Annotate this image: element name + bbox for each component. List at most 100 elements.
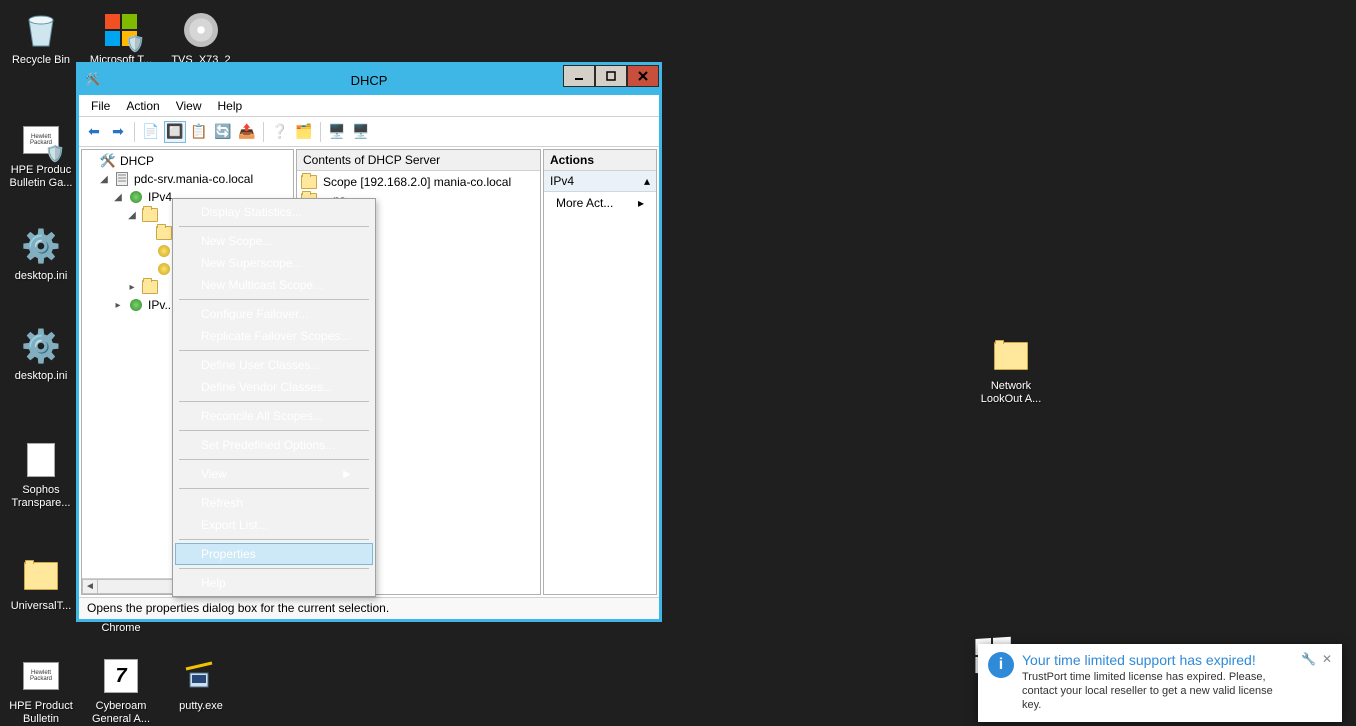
toolbar-icon[interactable]: 🗂️	[293, 121, 315, 143]
folder-icon	[301, 174, 317, 190]
icon-label: putty.exe	[179, 700, 223, 713]
desktop-icon-sophos[interactable]: Sophos Transpare...	[4, 438, 78, 510]
actions-more[interactable]: More Act... ▸	[544, 192, 656, 214]
tree-node-label: DHCP	[120, 154, 154, 168]
menu-item[interactable]: Properties	[175, 543, 373, 565]
close-button[interactable]	[627, 65, 659, 87]
menu-item[interactable]: New Multicast Scope...	[175, 274, 373, 296]
menu-item[interactable]: Refresh	[175, 492, 373, 514]
menu-action[interactable]: Action	[118, 97, 167, 115]
desktop-icon-putty[interactable]: putty.exe	[164, 654, 238, 713]
help-icon[interactable]: ❔	[269, 121, 291, 143]
menu-item[interactable]: Replicate Failover Scopes...	[175, 325, 373, 347]
menu-item[interactable]: Define User Classes...	[175, 354, 373, 376]
actions-group[interactable]: IPv4 ▴	[544, 171, 656, 192]
recycle-bin-icon	[19, 8, 63, 52]
menu-item[interactable]: New Superscope...	[175, 252, 373, 274]
expand-toggle[interactable]: ▸	[112, 300, 124, 311]
titlebar[interactable]: 🛠️ DHCP	[79, 65, 659, 95]
folder-icon	[19, 554, 63, 598]
gear-file-icon: ⚙️	[19, 224, 63, 268]
chevron-right-icon: ▸	[638, 196, 644, 210]
menu-item[interactable]: Display Statistics...	[175, 201, 373, 223]
minimize-button[interactable]	[563, 65, 595, 87]
yellow-icon	[156, 243, 172, 259]
toolbar-icon[interactable]: 🖥️	[326, 121, 348, 143]
list-item[interactable]: Scope [192.168.2.0] mania-co.local	[301, 173, 536, 191]
toast-title: Your time limited support has expired!	[1022, 652, 1289, 668]
info-icon: i	[988, 652, 1014, 678]
menu-item[interactable]: Set Predefined Options...	[175, 434, 373, 456]
icon-label: desktop.ini	[15, 270, 68, 283]
toast-settings-icon[interactable]: 🔧	[1301, 652, 1316, 712]
yellow-icon	[156, 261, 172, 277]
desktop-icon-cyberoam[interactable]: 7 Cyberoam General A...	[84, 654, 158, 726]
hpe-icon: Hewlett Packard🛡️	[19, 118, 63, 162]
toolbar-icon[interactable]: 🖥️	[350, 121, 372, 143]
desktop-icon-tvs[interactable]: TVS_X73_2	[164, 8, 238, 67]
menu-item[interactable]: View▶	[175, 463, 373, 485]
menu-item-label: Replicate Failover Scopes...	[201, 329, 350, 343]
folder-icon	[142, 279, 158, 295]
menu-separator	[179, 350, 369, 351]
tree-node[interactable]: 🛠️DHCP	[84, 152, 291, 170]
notification-toast[interactable]: i Your time limited support has expired!…	[978, 644, 1342, 722]
app-icon: 7	[99, 654, 143, 698]
menu-item-label: View	[201, 467, 227, 481]
menu-separator	[179, 226, 369, 227]
icon-label: Network LookOut A...	[974, 380, 1048, 406]
toast-close-icon[interactable]: ✕	[1322, 652, 1332, 712]
menu-item-label: Refresh	[201, 496, 243, 510]
menu-item-label: Configure Failover...	[201, 307, 308, 321]
menu-item[interactable]: Define Vendor Classes...	[175, 376, 373, 398]
desktop-icon-desktop-ini-1[interactable]: ⚙️ desktop.ini	[4, 224, 78, 283]
actions-header: Actions	[544, 150, 656, 171]
green-icon	[128, 297, 144, 313]
gear-file-icon: ⚙️	[19, 324, 63, 368]
menu-separator	[179, 299, 369, 300]
forward-button[interactable]: ➡	[107, 121, 129, 143]
file-icon	[19, 438, 63, 482]
folder-icon	[989, 334, 1033, 378]
export-icon[interactable]: 📤	[236, 121, 258, 143]
tree-node[interactable]: ◢ pdc-srv.mania-co.local	[84, 170, 291, 188]
menu-file[interactable]: File	[83, 97, 118, 115]
menu-item-label: Display Statistics...	[201, 205, 302, 219]
scroll-left-icon[interactable]: ◄	[82, 579, 98, 594]
icon-label: UniversalT...	[11, 600, 72, 613]
menu-item-label: New Scope...	[201, 234, 272, 248]
toolbar-icon[interactable]: 📋	[188, 121, 210, 143]
back-button[interactable]: ⬅	[83, 121, 105, 143]
expand-toggle[interactable]: ◢	[98, 174, 110, 185]
folder-icon	[142, 207, 158, 223]
refresh-icon[interactable]: 🔄	[212, 121, 234, 143]
maximize-button[interactable]	[595, 65, 627, 87]
desktop-icon-recycle-bin[interactable]: Recycle Bin	[4, 8, 78, 67]
desktop-icon-desktop-ini-2[interactable]: ⚙️ desktop.ini	[4, 324, 78, 383]
desktop-icon-hpe-bulletin[interactable]: Hewlett Packard HPE Product Bulletin	[4, 654, 78, 726]
menu-help[interactable]: Help	[210, 97, 251, 115]
menu-item[interactable]: Help	[175, 572, 373, 594]
menu-item[interactable]: Reconcile All Scopes...	[175, 405, 373, 427]
desktop-icon-network-lookout[interactable]: Network LookOut A...	[974, 334, 1048, 406]
menu-item[interactable]: Export List...	[175, 514, 373, 536]
expand-toggle[interactable]: ◢	[126, 210, 138, 221]
desktop-icon-hpe-ga[interactable]: Hewlett Packard🛡️ HPE Produc Bulletin Ga…	[4, 118, 78, 190]
desktop-icon-universal[interactable]: UniversalT...	[4, 554, 78, 613]
status-bar: Opens the properties dialog box for the …	[79, 597, 659, 619]
collapse-icon[interactable]: ▴	[644, 174, 650, 188]
tree-node-label: IPv...	[148, 298, 174, 312]
icon-label: HPE Produc Bulletin Ga...	[4, 164, 78, 190]
menu-item[interactable]: Configure Failover...	[175, 303, 373, 325]
menu-view[interactable]: View	[168, 97, 210, 115]
menu-item[interactable]: New Scope...	[175, 230, 373, 252]
desktop-icon-microsoft[interactable]: 🛡️ Microsoft T...	[84, 8, 158, 67]
tree-node-label: pdc-srv.mania-co.local	[134, 172, 253, 186]
expand-toggle[interactable]: ▸	[126, 282, 138, 293]
toolbar-icon[interactable]: 🔲	[164, 121, 186, 143]
menu-separator	[179, 459, 369, 460]
expand-toggle[interactable]: ◢	[112, 192, 124, 203]
actions-group-label: IPv4	[550, 174, 574, 188]
toolbar-icon[interactable]: 📄	[140, 121, 162, 143]
green-icon	[128, 189, 144, 205]
